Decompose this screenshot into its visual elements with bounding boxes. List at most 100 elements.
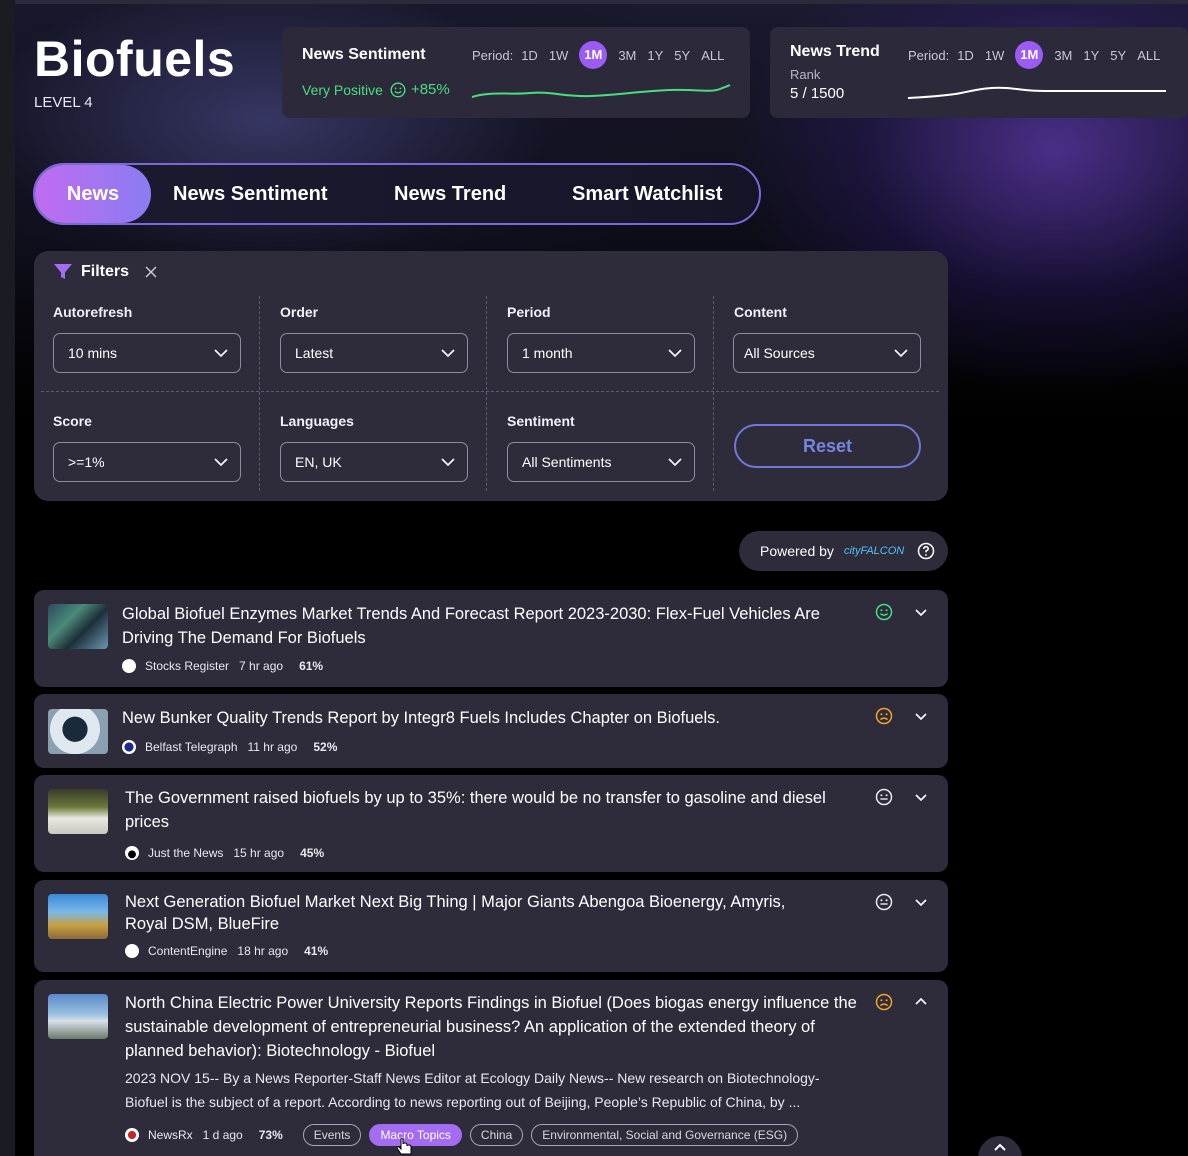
chevron-down-icon[interactable]: [914, 791, 928, 805]
tab-news-sentiment[interactable]: News Sentiment: [173, 165, 327, 223]
period-3m[interactable]: 3M: [1054, 48, 1072, 63]
chevron-up-icon: [994, 1143, 1006, 1151]
news-source[interactable]: Stocks Register: [145, 659, 229, 673]
period-all[interactable]: ALL: [701, 48, 724, 63]
period-5y[interactable]: 5Y: [1110, 48, 1126, 63]
news-thumbnail: [48, 789, 108, 834]
news-source[interactable]: Just the News: [148, 846, 223, 860]
news-item[interactable]: Global Biofuel Enzymes Market Trends And…: [34, 590, 948, 687]
period-3m[interactable]: 3M: [618, 48, 636, 63]
period-label: Period:: [908, 47, 950, 63]
news-time: 7 hr ago: [239, 659, 284, 673]
news-item[interactable]: New Bunker Quality Trends Report by Inte…: [34, 694, 948, 768]
news-item[interactable]: The Government raised biofuels by up to …: [34, 775, 948, 872]
tag-events[interactable]: Events: [302, 1124, 362, 1146]
news-meta: NewsRx 1 d ago 73% Events Macro Topics C…: [125, 1124, 799, 1146]
period-all[interactable]: ALL: [1137, 48, 1160, 63]
period-1w[interactable]: 1W: [985, 48, 1005, 63]
news-source[interactable]: Belfast Telegraph: [145, 740, 238, 754]
chevron-down-icon[interactable]: [914, 606, 928, 620]
news-score: 45%: [300, 846, 325, 860]
divider: [713, 296, 714, 491]
page-title: Biofuels: [34, 31, 236, 87]
tab-news[interactable]: News: [35, 165, 151, 223]
top-bar: [15, 0, 1188, 4]
languages-label: Languages: [280, 413, 354, 429]
news-time: 18 hr ago: [237, 944, 289, 958]
scroll-to-top-button[interactable]: [978, 1136, 1022, 1156]
autorefresh-value: 10 mins: [68, 345, 118, 361]
news-title[interactable]: The Government raised biofuels by up to …: [125, 786, 855, 834]
news-item-expanded[interactable]: North China Electric Power University Re…: [34, 980, 948, 1156]
chevron-down-icon: [441, 349, 455, 358]
news-title[interactable]: New Bunker Quality Trends Report by Inte…: [122, 706, 842, 730]
order-label: Order: [280, 304, 319, 320]
news-item[interactable]: Next Generation Biofuel Market Next Big …: [34, 880, 948, 972]
news-trend-card: News Trend Rank 5 / 1500 Period: 1D 1W 1…: [770, 27, 1188, 118]
rank-value: 5 / 1500: [790, 85, 845, 102]
source-icon: [122, 659, 136, 673]
level-label: LEVEL 4: [34, 94, 93, 111]
content-value: All Sources: [744, 345, 815, 361]
period-1y[interactable]: 1Y: [647, 48, 663, 63]
news-source[interactable]: NewsRx: [148, 1128, 193, 1142]
reset-button[interactable]: Reset: [734, 424, 921, 468]
tag-esg[interactable]: Environmental, Social and Governance (ES…: [531, 1124, 799, 1146]
source-icon: [122, 740, 136, 754]
news-meta: Stocks Register 7 hr ago 61%: [122, 659, 323, 673]
news-thumbnail: [48, 604, 108, 649]
source-icon: [125, 1128, 139, 1142]
sentiment-sparkline: [471, 84, 731, 98]
tab-smart-watchlist[interactable]: Smart Watchlist: [572, 165, 722, 223]
sentiment-select[interactable]: All Sentiments: [507, 442, 695, 482]
powered-by-label: Powered by: [760, 543, 834, 559]
order-select[interactable]: Latest: [280, 333, 468, 373]
period-value: 1 month: [522, 345, 573, 361]
chevron-down-icon: [894, 349, 908, 358]
period-1d[interactable]: 1D: [521, 48, 538, 63]
divider: [41, 391, 939, 392]
rank-label: Rank: [790, 67, 821, 82]
period-1m[interactable]: 1M: [1015, 41, 1044, 69]
tag-china[interactable]: China: [469, 1124, 524, 1146]
period-1m[interactable]: 1M: [579, 41, 608, 69]
news-score: 73%: [258, 1128, 283, 1142]
period-1w[interactable]: 1W: [549, 48, 569, 63]
news-time: 15 hr ago: [233, 846, 285, 860]
period-5y[interactable]: 5Y: [674, 48, 690, 63]
news-source[interactable]: ContentEngine: [148, 944, 227, 958]
divider: [259, 296, 260, 491]
close-icon[interactable]: [145, 266, 157, 278]
happy-face-icon: [390, 81, 406, 98]
tab-news-trend[interactable]: News Trend: [394, 165, 506, 223]
filter-icon: [54, 264, 72, 279]
autorefresh-select[interactable]: 10 mins: [53, 333, 241, 373]
trend-sparkline: [907, 86, 1166, 99]
period-1y[interactable]: 1Y: [1083, 48, 1099, 63]
news-score: 52%: [313, 740, 338, 754]
chevron-down-icon[interactable]: [914, 710, 928, 724]
source-icon: [125, 944, 139, 958]
source-icon: [125, 846, 139, 860]
period-label: Period:: [472, 47, 514, 63]
news-meta: Just the News 15 hr ago 45%: [125, 846, 324, 860]
news-title[interactable]: Next Generation Biofuel Market Next Big …: [125, 891, 825, 935]
hand-cursor-icon: [396, 1138, 412, 1155]
content-select[interactable]: All Sources: [733, 333, 921, 373]
chevron-down-icon[interactable]: [914, 896, 928, 910]
filters-header: Filters: [53, 263, 157, 281]
news-title[interactable]: North China Electric Power University Re…: [125, 991, 860, 1063]
sentiment-value: +85%: [410, 81, 450, 98]
score-select[interactable]: >=1%: [53, 442, 241, 482]
news-score: 41%: [304, 944, 329, 958]
chevron-up-icon[interactable]: [914, 994, 928, 1008]
news-description: 2023 NOV 15-- By a News Reporter-Staff N…: [125, 1070, 820, 1110]
news-title[interactable]: Global Biofuel Enzymes Market Trends And…: [122, 602, 842, 650]
period-1d[interactable]: 1D: [957, 48, 974, 63]
news-thumbnail: [48, 994, 108, 1039]
languages-select[interactable]: EN, UK: [280, 442, 468, 482]
trend-card-title: News Trend: [790, 43, 880, 60]
period-select[interactable]: 1 month: [507, 333, 695, 373]
cityfalcon-logo[interactable]: cityFALCON: [844, 545, 904, 557]
help-icon[interactable]: [917, 542, 935, 560]
